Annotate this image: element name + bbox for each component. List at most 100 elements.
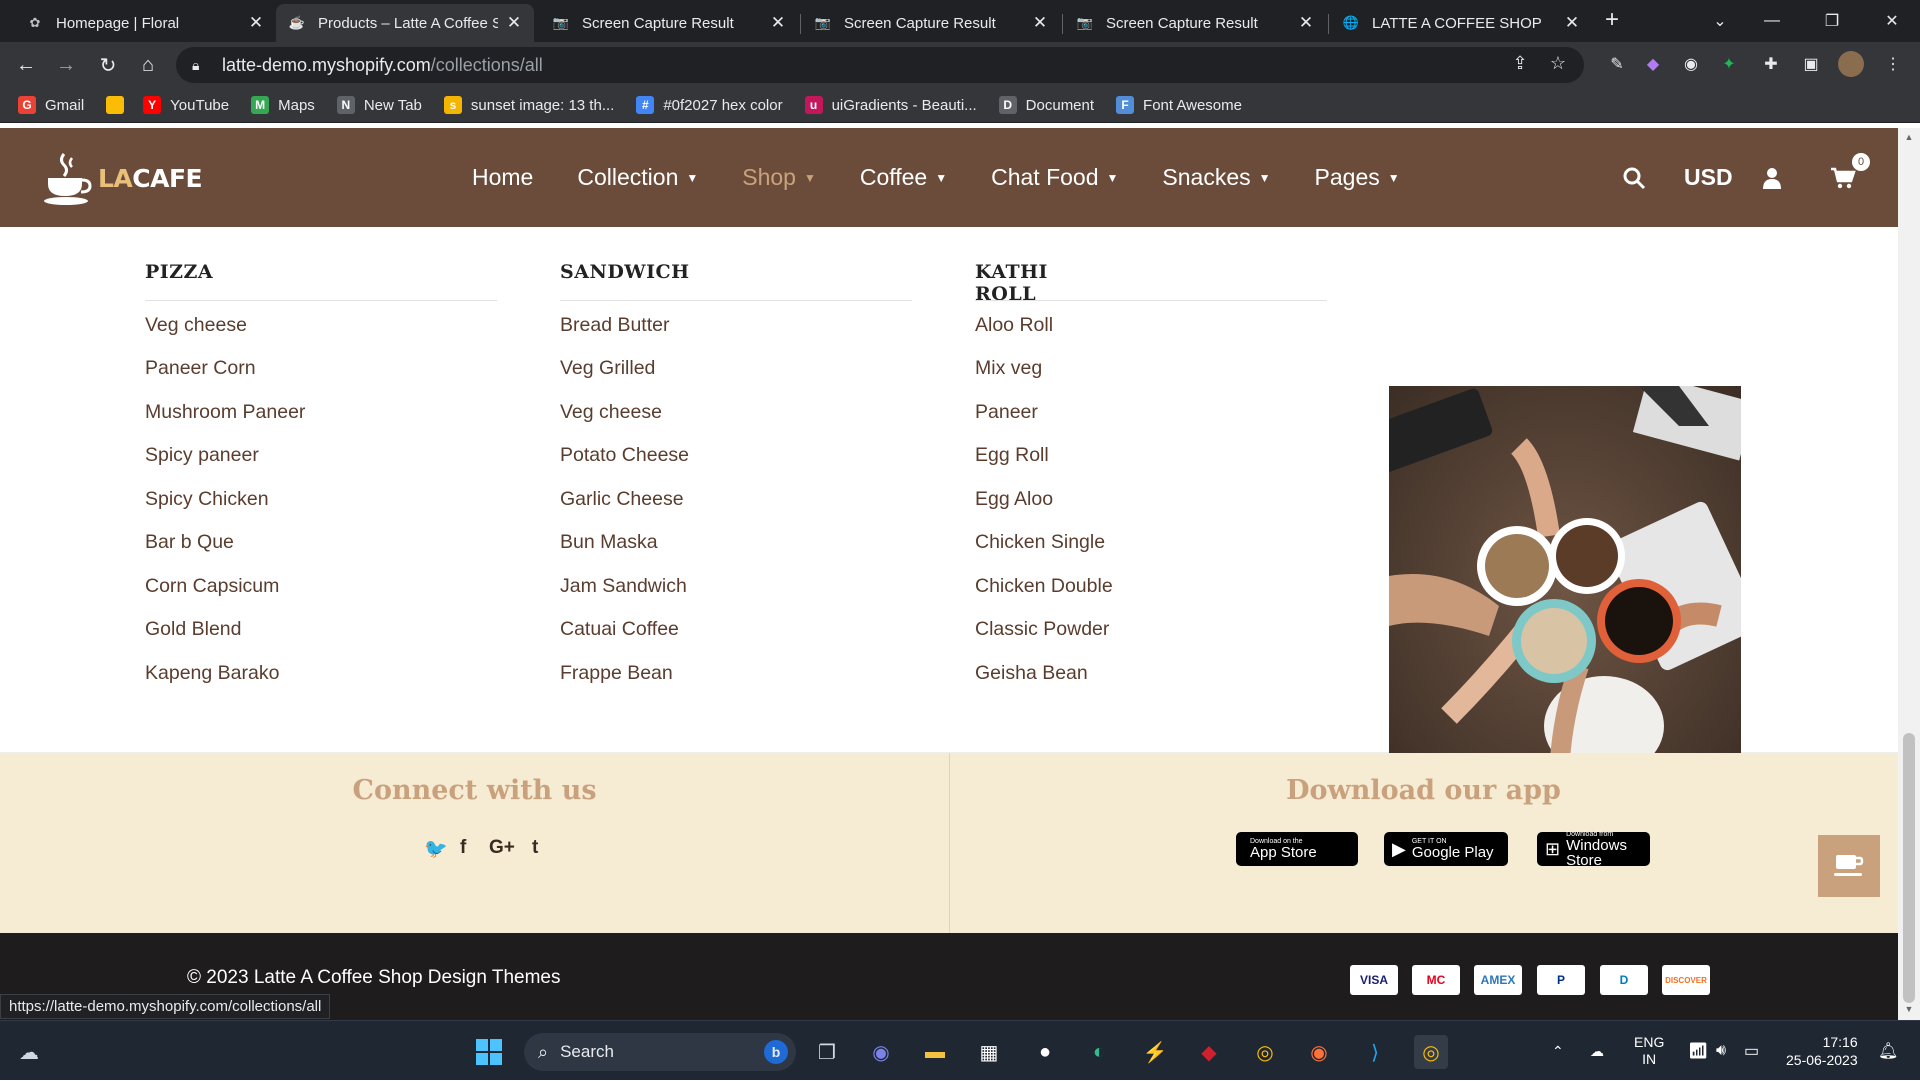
microsoft-store-icon[interactable]: ▦ — [972, 1035, 1006, 1069]
menu-link[interactable]: Garlic Cheese — [560, 488, 684, 511]
tab-screen-capture-3[interactable]: 📷 Screen Capture Result ✕ — [1064, 4, 1326, 42]
bookmark-item[interactable] — [106, 96, 133, 114]
menu-link[interactable]: Bread Butter — [560, 314, 669, 337]
menu-link[interactable]: Mix veg — [975, 357, 1042, 380]
firefox-icon[interactable]: ◉ — [1302, 1035, 1336, 1069]
teams-chat-icon[interactable]: ◉ — [864, 1035, 898, 1069]
bookmark-item[interactable]: D Document — [998, 96, 1094, 114]
profile-avatar[interactable] — [1838, 51, 1864, 77]
bookmark-item[interactable]: G Gmail — [18, 96, 84, 114]
minimize-button[interactable]: — — [1746, 0, 1798, 42]
floating-coffee-button[interactable] — [1818, 835, 1880, 897]
edge-icon[interactable]: ◐ — [1082, 1035, 1116, 1069]
menu-link[interactable]: Jam Sandwich — [560, 575, 687, 598]
tab-latte-coffee-shop[interactable]: 🌐 LATTE A COFFEE SHOP ✕ — [1330, 4, 1592, 42]
menu-link[interactable]: Catuai Coffee — [560, 618, 679, 641]
tab-homepage-floral[interactable]: ✿ Homepage | Floral ✕ — [14, 4, 276, 42]
menu-link[interactable]: Spicy paneer — [145, 444, 259, 467]
menu-link[interactable]: Bar b Que — [145, 531, 234, 554]
nav-pages[interactable]: Pages ▼ — [1315, 164, 1400, 191]
home-icon[interactable]: ⌂ — [132, 49, 164, 81]
close-tab-icon[interactable]: ✕ — [1032, 13, 1048, 33]
bookmark-item[interactable]: Y YouTube — [143, 96, 229, 114]
bookmark-item[interactable]: F Font Awesome — [1116, 96, 1242, 114]
twitter-icon[interactable]: 🐦 — [424, 837, 448, 861]
page-scrollbar[interactable]: ▲ ▼ — [1898, 128, 1920, 1020]
scroll-up-arrow-icon[interactable]: ▲ — [1904, 132, 1914, 142]
bookmark-item[interactable]: s sunset image: 13 th... — [443, 96, 614, 114]
menu-link[interactable]: Corn Capsicum — [145, 575, 279, 598]
mcafee-icon[interactable]: ◆ — [1192, 1035, 1226, 1069]
store-badge-app-store[interactable]: Download on the App Store — [1236, 832, 1358, 866]
facebook-icon[interactable]: f — [460, 837, 466, 859]
chrome-icon[interactable]: ◎ — [1248, 1035, 1282, 1069]
menu-link[interactable]: Classic Powder — [975, 618, 1109, 641]
pen-extension-icon[interactable]: ✎ — [1604, 51, 1630, 77]
store-badge-google-play[interactable]: ▶ GET IT ON Google Play — [1384, 832, 1508, 866]
onedrive-cloud-icon[interactable]: ☁ — [1590, 1021, 1604, 1081]
menu-link[interactable]: Bun Maska — [560, 531, 658, 554]
menu-link[interactable]: Gold Blend — [145, 618, 241, 641]
chrome-active-icon[interactable]: ◎ — [1414, 1035, 1448, 1069]
tab-search-chevron-icon[interactable]: ⌄ — [1694, 0, 1746, 42]
bookmark-item[interactable]: M Maps — [251, 96, 315, 114]
menu-link[interactable]: Chicken Double — [975, 575, 1113, 598]
menu-link[interactable]: Egg Roll — [975, 444, 1049, 467]
language-indicator[interactable]: ENG IN — [1634, 1021, 1664, 1081]
show-hidden-icons-chevron-icon[interactable]: ⌃ — [1552, 1021, 1564, 1081]
cart-icon[interactable] — [1830, 128, 1856, 227]
site-logo[interactable]: LACAFE — [40, 150, 203, 206]
menu-link[interactable]: Frappe Bean — [560, 662, 673, 685]
volume-icon[interactable]: 🔊︎ — [1716, 1021, 1726, 1081]
menu-link[interactable]: Potato Cheese — [560, 444, 689, 467]
menu-link[interactable]: Paneer — [975, 401, 1038, 424]
account-user-icon[interactable] — [1762, 128, 1782, 227]
bookmark-star-icon[interactable]: ☆ — [1546, 53, 1570, 77]
messenger-icon[interactable]: ⚡ — [1138, 1035, 1172, 1069]
nav-home[interactable]: Home — [472, 164, 533, 191]
menu-link[interactable]: Geisha Bean — [975, 662, 1088, 685]
vscode-icon[interactable]: ⟩ — [1358, 1035, 1392, 1069]
menu-link[interactable]: Chicken Single — [975, 531, 1105, 554]
taskbar-search[interactable]: ⌕ Search b — [524, 1033, 796, 1071]
github-icon[interactable]: ● — [1028, 1035, 1062, 1069]
camera-extension-icon[interactable]: ◉ — [1678, 51, 1704, 77]
purple-extension-icon[interactable]: ◆ — [1640, 51, 1666, 77]
reload-icon[interactable]: ↻ — [92, 49, 124, 81]
tab-screen-capture-1[interactable]: 📷 Screen Capture Result ✕ — [540, 4, 798, 42]
tab-screen-capture-2[interactable]: 📷 Screen Capture Result ✕ — [802, 4, 1060, 42]
google-plus-icon[interactable]: G+ — [489, 837, 515, 859]
nav-snackes[interactable]: Snackes ▼ — [1162, 164, 1270, 191]
close-tab-icon[interactable]: ✕ — [248, 13, 264, 33]
scroll-down-arrow-icon[interactable]: ▼ — [1904, 1004, 1914, 1014]
menu-link[interactable]: Paneer Corn — [145, 357, 256, 380]
address-bar[interactable]: 🔒︎ latte-demo.myshopify.com/collections/… — [176, 47, 1584, 83]
nav-collection[interactable]: Collection ▼ — [577, 164, 698, 191]
close-tab-icon[interactable]: ✕ — [506, 13, 522, 33]
scrollbar-thumb[interactable] — [1903, 733, 1915, 1003]
puzzle-extensions-icon[interactable]: ✚ — [1758, 51, 1784, 77]
store-badge-windows-store[interactable]: ⊞ Download from Windows Store — [1537, 831, 1650, 868]
side-panel-icon[interactable]: ▣ — [1798, 51, 1824, 77]
menu-link[interactable]: Veg cheese — [145, 314, 247, 337]
bookmark-item[interactable]: N New Tab — [336, 96, 422, 114]
bookmark-item[interactable]: u uiGradients - Beauti... — [804, 96, 977, 114]
nav-chat-food[interactable]: Chat Food ▼ — [991, 164, 1118, 191]
back-arrow-icon[interactable]: ← — [10, 49, 42, 81]
search-icon[interactable] — [1622, 128, 1646, 227]
windows-start-icon[interactable] — [472, 1035, 506, 1069]
close-tab-icon[interactable]: ✕ — [770, 13, 786, 33]
menu-link[interactable]: Veg cheese — [560, 401, 662, 424]
weather-cloud-icon[interactable]: ☁ — [12, 1035, 46, 1069]
nav-shop[interactable]: Shop ▼ — [742, 164, 816, 191]
battery-icon[interactable]: ▭ — [1744, 1021, 1759, 1081]
forward-arrow-icon[interactable]: → — [50, 49, 82, 81]
menu-kebab-icon[interactable]: ⋮ — [1880, 51, 1906, 77]
nav-coffee[interactable]: Coffee ▼ — [860, 164, 947, 191]
tab-products-latte[interactable]: ☕ Products – Latte A Coffee S ✕ — [276, 4, 534, 42]
menu-link[interactable]: Spicy Chicken — [145, 488, 269, 511]
close-tab-icon[interactable]: ✕ — [1564, 13, 1580, 33]
file-explorer-icon[interactable]: ▬ — [918, 1035, 952, 1069]
green-extension-icon[interactable]: ✦ — [1716, 51, 1742, 77]
restore-button[interactable]: ❐ — [1806, 0, 1858, 42]
